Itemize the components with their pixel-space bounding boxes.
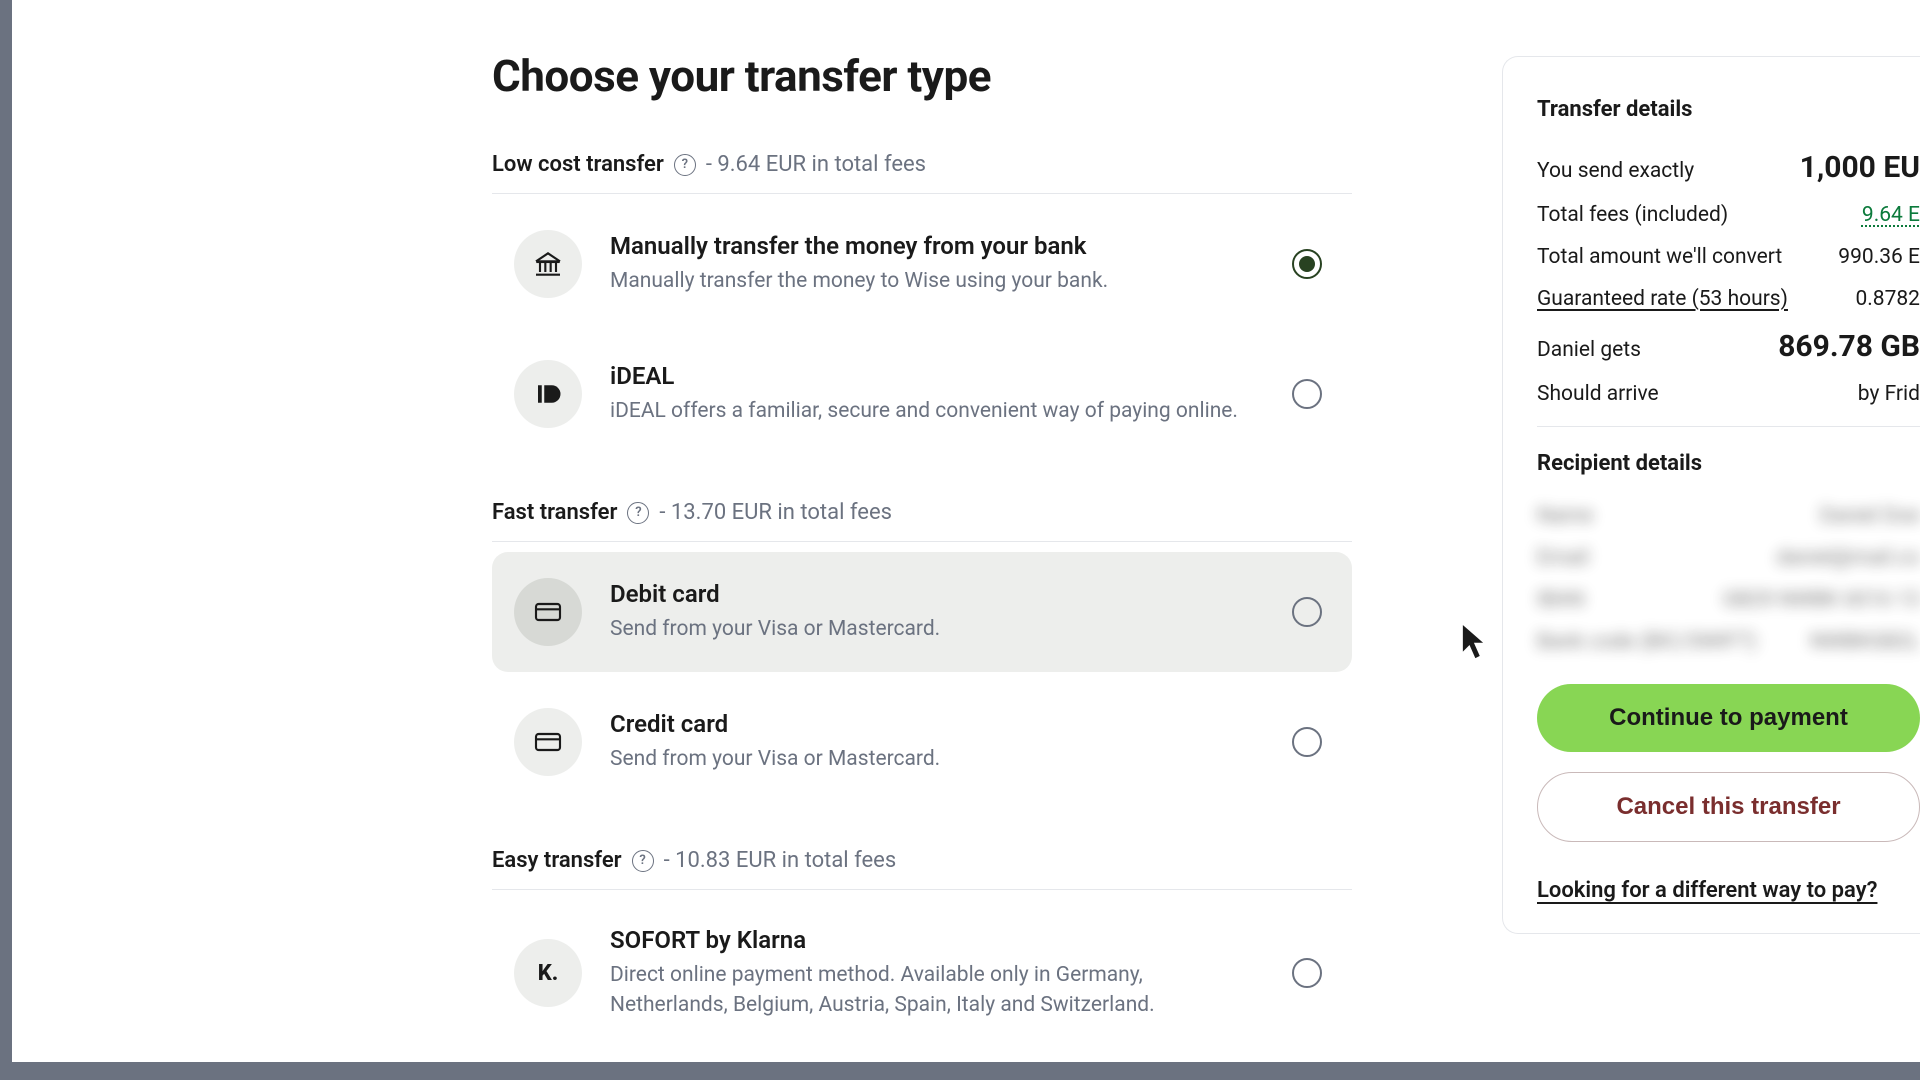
bottom-edge xyxy=(0,1062,1920,1080)
fees-label: Total fees (included) xyxy=(1537,203,1728,227)
radio-ideal[interactable] xyxy=(1292,379,1322,409)
bank-icon xyxy=(514,230,582,298)
divider xyxy=(1537,426,1920,427)
transfer-details-heading: Transfer details xyxy=(1537,97,1920,122)
rate-value: 0.8782 xyxy=(1855,287,1920,311)
page-title: Choose your transfer type xyxy=(492,50,1352,102)
card-icon xyxy=(514,578,582,646)
option-ideal[interactable]: iDEAL iDEAL offers a familiar, secure an… xyxy=(492,334,1352,454)
radio-credit[interactable] xyxy=(1292,727,1322,757)
option-title: iDEAL xyxy=(610,362,1264,390)
convert-value: 990.36 E xyxy=(1838,245,1920,269)
option-title: Debit card xyxy=(610,580,1264,608)
section-title-low: Low cost transfer xyxy=(492,152,664,177)
option-credit-card[interactable]: Credit card Send from your Visa or Maste… xyxy=(492,682,1352,802)
option-title: Credit card xyxy=(610,710,1264,738)
send-label: You send exactly xyxy=(1537,159,1694,183)
option-desc: Send from your Visa or Mastercard. xyxy=(610,614,1264,644)
radio-debit[interactable] xyxy=(1292,597,1322,627)
option-debit-card[interactable]: Debit card Send from your Visa or Master… xyxy=(492,552,1352,672)
option-title: Manually transfer the money from your ba… xyxy=(610,232,1264,260)
klarna-icon: K. xyxy=(514,939,582,1007)
rate-label[interactable]: Guaranteed rate (53 hours) xyxy=(1537,287,1788,311)
section-fees-fast: - 13.70 EUR in total fees xyxy=(659,500,892,525)
recipient-blurred: NameDaniel Doe Emaildaniel@mail.co IBANG… xyxy=(1537,504,1920,654)
option-desc: Send from your Visa or Mastercard. xyxy=(610,744,1264,774)
section-fees-low: - 9.64 EUR in total fees xyxy=(706,152,926,177)
section-header-fast: Fast transfer ? - 13.70 EUR in total fee… xyxy=(492,500,1352,542)
cancel-button[interactable]: Cancel this transfer xyxy=(1537,772,1920,842)
continue-button[interactable]: Continue to payment xyxy=(1537,684,1920,752)
alt-payment-link[interactable]: Looking for a different way to pay? xyxy=(1537,878,1920,903)
arrive-value: by Frid xyxy=(1858,382,1920,406)
radio-bank[interactable] xyxy=(1292,249,1322,279)
section-header-low: Low cost transfer ? - 9.64 EUR in total … xyxy=(492,152,1352,194)
ideal-icon xyxy=(514,360,582,428)
option-bank-transfer[interactable]: Manually transfer the money from your ba… xyxy=(492,204,1352,324)
option-title: SOFORT by Klarna xyxy=(610,926,1264,954)
section-header-easy: Easy transfer ? - 10.83 EUR in total fee… xyxy=(492,848,1352,890)
help-icon[interactable]: ? xyxy=(627,502,649,524)
help-icon[interactable]: ? xyxy=(632,850,654,872)
section-title-easy: Easy transfer xyxy=(492,848,622,873)
convert-label: Total amount we'll convert xyxy=(1537,245,1782,269)
help-icon[interactable]: ? xyxy=(674,154,696,176)
arrive-label: Should arrive xyxy=(1537,382,1659,406)
send-value: 1,000 EU xyxy=(1800,150,1920,185)
recipient-details-heading: Recipient details xyxy=(1537,451,1920,476)
section-fees-easy: - 10.83 EUR in total fees xyxy=(664,848,897,873)
radio-sofort[interactable] xyxy=(1292,958,1322,988)
option-desc: Manually transfer the money to Wise usin… xyxy=(610,266,1264,296)
gets-value: 869.78 GB xyxy=(1778,329,1920,364)
transfer-details-panel: Transfer details You send exactly 1,000 … xyxy=(1502,56,1920,934)
option-desc: Direct online payment method. Available … xyxy=(610,960,1264,1021)
section-title-fast: Fast transfer xyxy=(492,500,617,525)
card-icon xyxy=(514,708,582,776)
left-edge xyxy=(0,0,12,1080)
fees-value: 9.64 E xyxy=(1862,203,1920,227)
gets-label: Daniel gets xyxy=(1537,338,1641,362)
option-sofort[interactable]: K. SOFORT by Klarna Direct online paymen… xyxy=(492,900,1352,1047)
option-desc: iDEAL offers a familiar, secure and conv… xyxy=(610,396,1264,426)
